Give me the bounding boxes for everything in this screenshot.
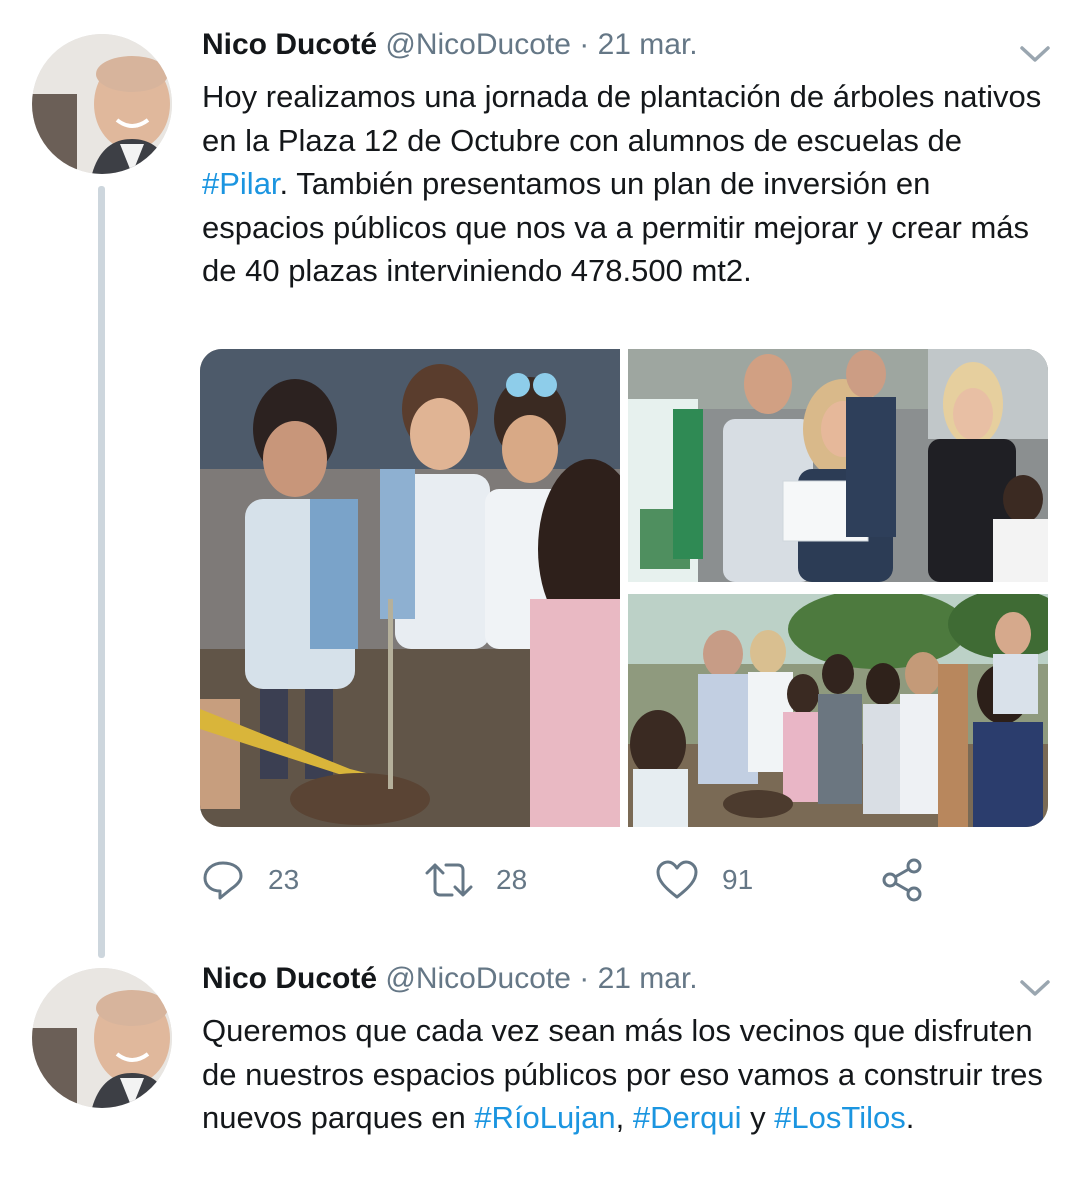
thread-line bbox=[98, 186, 105, 958]
tweet-text: Queremos que cada vez sean más los vecin… bbox=[202, 1009, 1052, 1140]
avatar[interactable] bbox=[32, 34, 172, 174]
avatar[interactable] bbox=[32, 968, 172, 1108]
hashtag-link[interactable]: #RíoLujan bbox=[474, 1100, 615, 1135]
header-separator: · bbox=[579, 962, 590, 995]
retweet-count: 28 bbox=[496, 864, 528, 895]
hashtag-link[interactable]: #Pilar bbox=[202, 166, 280, 201]
tweet-text-part: . También presentamos un plan de inversi… bbox=[202, 166, 1030, 288]
avatar-photo bbox=[32, 34, 172, 174]
chevron-down-icon[interactable] bbox=[1018, 42, 1052, 66]
tweet-header: Nico Ducoté @NicoDucote · 21 mar. bbox=[202, 962, 698, 996]
tweet-actions: 23 28 91 bbox=[200, 852, 1060, 912]
media-photo-group-planting[interactable] bbox=[628, 589, 1048, 827]
tweet-date[interactable]: 21 mar. bbox=[598, 962, 698, 995]
tweet-text-part: y bbox=[741, 1100, 775, 1135]
share-icon bbox=[882, 858, 922, 902]
media-grid bbox=[200, 349, 1048, 827]
hashtag-link[interactable]: #LosTilos bbox=[774, 1100, 906, 1135]
tweet-text-part: . bbox=[905, 1100, 915, 1135]
header-separator: · bbox=[579, 28, 590, 61]
tweet-date[interactable]: 21 mar. bbox=[598, 28, 698, 61]
hashtag-link[interactable]: #Derqui bbox=[633, 1100, 742, 1135]
retweet-icon bbox=[425, 863, 473, 897]
chevron-down-icon[interactable] bbox=[1018, 976, 1052, 1000]
share-button[interactable] bbox=[880, 852, 926, 908]
author-name[interactable]: Nico Ducoté bbox=[202, 28, 377, 61]
tweet-text-part: Hoy realizamos una jornada de plantación… bbox=[202, 79, 1042, 158]
avatar-photo bbox=[32, 968, 172, 1108]
heart-icon bbox=[656, 860, 698, 899]
author-name[interactable]: Nico Ducoté bbox=[202, 962, 377, 995]
media-photo-children-planting[interactable] bbox=[200, 349, 642, 827]
like-button[interactable]: 91 bbox=[654, 852, 753, 908]
tweet-text: Hoy realizamos una jornada de plantación… bbox=[202, 75, 1052, 293]
tweet-header: Nico Ducoté @NicoDucote · 21 mar. bbox=[202, 28, 698, 62]
reply-button[interactable]: 23 bbox=[200, 852, 299, 908]
retweet-button[interactable]: 28 bbox=[424, 852, 527, 908]
tweet-2[interactable]: Nico Ducoté @NicoDucote · 21 mar. Querem… bbox=[0, 940, 1080, 1178]
author-handle[interactable]: @NicoDucote bbox=[385, 28, 571, 61]
reply-icon bbox=[203, 861, 243, 900]
like-count: 91 bbox=[722, 864, 754, 895]
media-photo-certificate[interactable] bbox=[628, 349, 1048, 582]
author-handle[interactable]: @NicoDucote bbox=[385, 962, 571, 995]
tweet-1[interactable]: Nico Ducoté @NicoDucote · 21 mar. Hoy re… bbox=[0, 0, 1080, 958]
tweet-text-part: , bbox=[615, 1100, 633, 1135]
reply-count: 23 bbox=[268, 864, 300, 895]
